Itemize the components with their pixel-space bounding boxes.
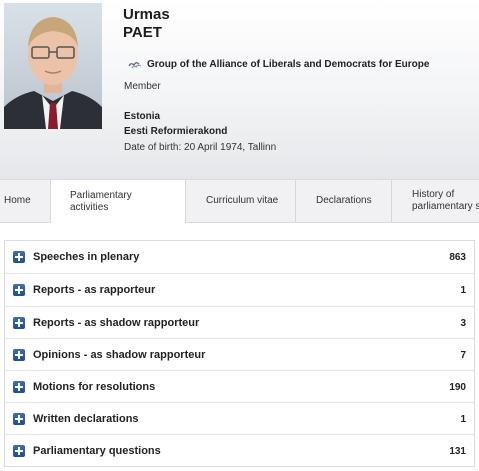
member-photo <box>4 3 102 129</box>
political-group: Group of the Alliance of Liberals and De… <box>128 59 429 70</box>
activity-label: Reports - as shadow rapporteur <box>33 317 200 329</box>
tab-history-of-parliamentary-service[interactable]: History of parliamentary s <box>392 180 479 222</box>
member-role: Member <box>124 81 161 92</box>
activity-count: 863 <box>449 251 466 263</box>
activity-reports-as-shadow-rapporteur[interactable]: Reports - as shadow rapporteur 3 <box>5 307 474 339</box>
political-group-name[interactable]: Group of the Alliance of Liberals and De… <box>147 59 429 70</box>
activity-written-declarations[interactable]: Written declarations 1 <box>5 403 474 435</box>
expand-plus-icon[interactable] <box>13 317 25 329</box>
activity-count: 131 <box>449 445 466 457</box>
member-first-name: Urmas <box>123 6 170 23</box>
activity-label: Parliamentary questions <box>33 445 161 457</box>
tab-curriculum-vitae[interactable]: Curriculum vitae <box>186 180 296 222</box>
tab-history-label-line2: parliamentary s <box>412 201 479 212</box>
activity-count: 190 <box>449 381 466 393</box>
member-country: Estonia <box>124 111 161 122</box>
expand-plus-icon[interactable] <box>13 251 25 263</box>
activity-speeches-in-plenary[interactable]: Speeches in plenary 863 <box>5 241 474 273</box>
activity-label: Motions for resolutions <box>33 381 156 393</box>
profile-tabs: Home Parliamentary activities Curriculum… <box>0 179 479 223</box>
tab-declarations-label: Declarations <box>316 195 372 206</box>
expand-plus-icon[interactable] <box>13 445 25 457</box>
activity-parliamentary-questions[interactable]: Parliamentary questions 131 <box>5 435 474 467</box>
activity-label: Opinions - as shadow rapporteur <box>33 349 206 361</box>
activity-count: 3 <box>460 317 466 329</box>
expand-plus-icon[interactable] <box>13 381 25 393</box>
tab-parliamentary-activities-label-line2: activities <box>70 201 109 213</box>
tab-home[interactable]: Home <box>0 180 51 222</box>
expand-plus-icon[interactable] <box>13 349 25 361</box>
tab-history-label-line1: History of <box>412 189 455 200</box>
expand-plus-icon[interactable] <box>13 413 25 425</box>
member-last-name: PAET <box>123 24 162 41</box>
date-of-birth: Date of birth: 20 April 1974, Tallinn <box>124 142 277 153</box>
member-portrait-image <box>4 3 102 129</box>
tab-parliamentary-activities[interactable]: Parliamentary activities <box>50 180 186 223</box>
expand-plus-icon[interactable] <box>13 284 25 296</box>
birds-icon <box>128 61 142 68</box>
activity-opinions-as-shadow-rapporteur[interactable]: Opinions - as shadow rapporteur 7 <box>5 339 474 371</box>
activity-reports-as-rapporteur[interactable]: Reports - as rapporteur 1 <box>5 274 474 306</box>
tab-home-label: Home <box>4 195 31 206</box>
activity-label: Written declarations <box>33 413 139 425</box>
activity-label: Reports - as rapporteur <box>33 284 156 296</box>
tab-curriculum-vitae-label: Curriculum vitae <box>206 195 279 206</box>
activity-count: 1 <box>460 284 466 296</box>
activity-motions-for-resolutions[interactable]: Motions for resolutions 190 <box>5 371 474 403</box>
tab-declarations[interactable]: Declarations <box>296 180 392 222</box>
profile-header: Urmas PAET Group of the Alliance of Libe… <box>0 0 479 179</box>
national-party: Eesti Reformierakond <box>124 126 228 137</box>
activity-count: 7 <box>460 349 466 361</box>
activities-list: Speeches in plenary 863 Reports - as rap… <box>4 240 475 467</box>
activity-count: 1 <box>460 413 466 425</box>
activity-label: Speeches in plenary <box>33 251 140 263</box>
tab-parliamentary-activities-label-line1: Parliamentary <box>70 189 132 201</box>
